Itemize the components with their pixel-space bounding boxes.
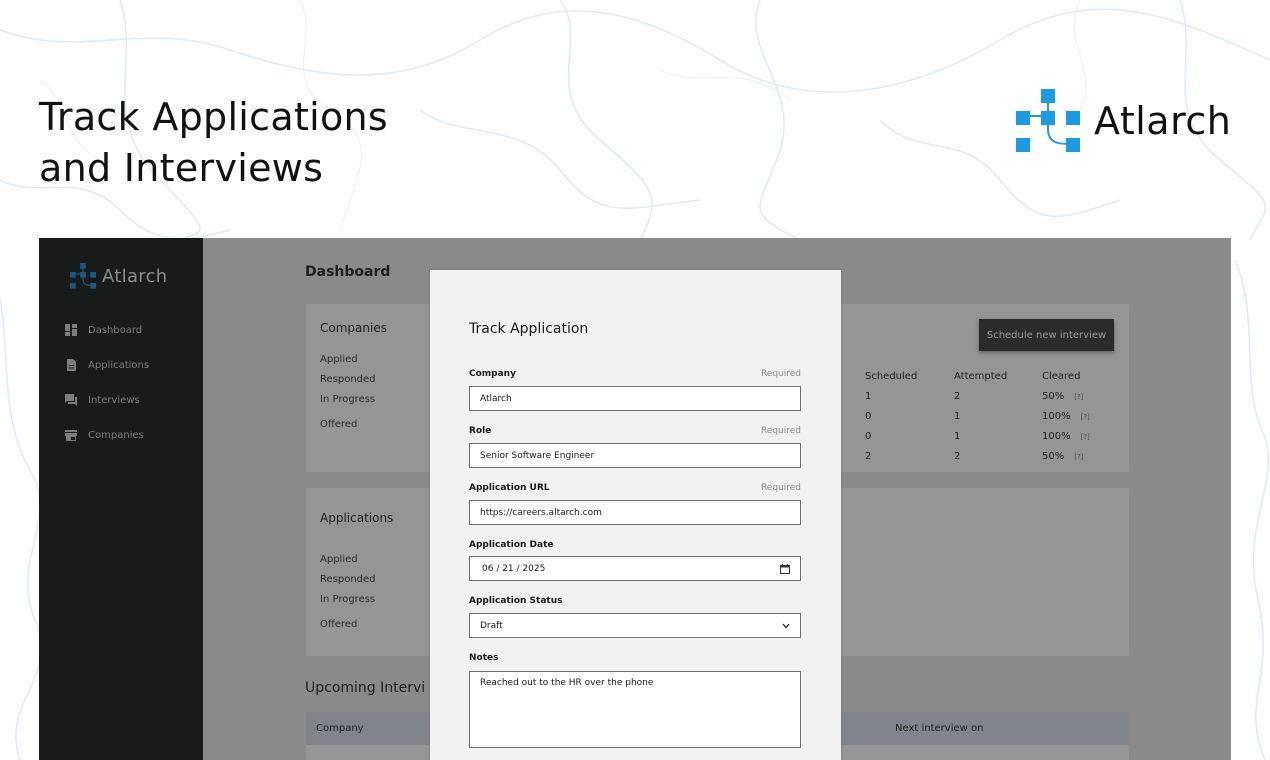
stats-cleared: 50% [?] — [1042, 451, 1083, 462]
atlarch-logo-icon — [1016, 89, 1080, 152]
url-required: Required — [760, 483, 801, 493]
companies-row-responded: Responded — [320, 374, 376, 385]
sidebar-item-label: Dashboard — [88, 324, 143, 336]
role-field[interactable] — [469, 443, 801, 468]
applications-row-in-progress: In Progress — [320, 594, 376, 605]
applications-row-applied: Applied — [320, 554, 358, 565]
stats-note[interactable]: [?] — [1074, 453, 1083, 461]
hero-title-line-1: Track Applications — [39, 95, 389, 139]
column-header-next-interview[interactable]: Next interview on — [895, 723, 983, 734]
sidebar-item-dashboard[interactable]: Dashboard — [65, 324, 142, 336]
application-date-field[interactable]: 06 / 21 / 2025 — [469, 556, 801, 581]
stats-header-attempted: Attempted — [954, 371, 1008, 382]
document-icon — [67, 359, 76, 371]
stats-header-scheduled: Scheduled — [865, 371, 918, 382]
sidebar: Atlarch Dashboard Applications Interview… — [39, 238, 203, 760]
brand-name: Atlarch — [1094, 99, 1232, 143]
track-application-modal: Track Application Company Required Role … — [430, 270, 841, 760]
stats-note[interactable]: [?] — [1081, 433, 1090, 441]
stats-attempted: 1 — [954, 431, 961, 442]
sidebar-brand[interactable]: Atlarch — [70, 263, 168, 289]
date-label: Application Date — [469, 540, 554, 550]
stats-header-cleared: Cleared — [1042, 371, 1081, 382]
stats-scheduled: 2 — [865, 451, 872, 462]
chevron-down-icon — [782, 623, 790, 628]
stats-cleared-value: 100% — [1042, 431, 1071, 442]
stats-attempted: 2 — [954, 451, 961, 462]
stats-note[interactable]: [?] — [1074, 393, 1083, 401]
stats-scheduled: 0 — [865, 431, 872, 442]
stats-scheduled: 1 — [865, 391, 872, 402]
company-field[interactable] — [469, 386, 801, 411]
notes-label: Notes — [469, 653, 499, 663]
atlarch-logo-icon — [70, 263, 96, 289]
sidebar-brand-name: Atlarch — [102, 265, 168, 287]
company-label: Company — [469, 369, 516, 379]
companies-card-title: Companies — [320, 321, 387, 335]
stats-note[interactable]: [?] — [1081, 413, 1090, 421]
applications-row-offered: Offered — [320, 619, 358, 630]
upcoming-interviews-title: Upcoming Intervi — [305, 680, 426, 696]
url-label: Application URL — [469, 483, 550, 493]
applications-row-responded: Responded — [320, 574, 376, 585]
chat-icon — [65, 394, 77, 406]
calendar-icon[interactable] — [780, 563, 790, 574]
sidebar-item-companies[interactable]: Companies — [65, 429, 144, 441]
dashboard-icon — [65, 324, 77, 336]
stats-cleared: 50% [?] — [1042, 391, 1083, 402]
application-url-field[interactable] — [469, 500, 801, 525]
sidebar-item-label: Interviews — [88, 394, 140, 406]
stats-cleared-value: 50% — [1042, 451, 1065, 462]
sidebar-item-interviews[interactable]: Interviews — [65, 394, 140, 406]
notes-field[interactable]: Reached out to the HR over the phone — [469, 671, 801, 748]
role-label: Role — [469, 426, 492, 436]
companies-row-applied: Applied — [320, 354, 358, 365]
sidebar-item-applications[interactable]: Applications — [65, 359, 149, 371]
brand-logo: Atlarch — [1016, 89, 1231, 153]
status-value: Draft — [480, 620, 503, 631]
hero-title: Track Applications and Interviews — [39, 92, 388, 194]
sidebar-item-label: Companies — [88, 429, 144, 441]
status-label: Application Status — [469, 596, 563, 606]
stats-attempted: 2 — [954, 391, 961, 402]
stats-scheduled: 0 — [865, 411, 872, 422]
companies-row-offered: Offered — [320, 419, 358, 430]
schedule-interview-button[interactable]: Schedule new interview — [979, 319, 1114, 351]
stats-attempted: 1 — [954, 411, 961, 422]
application-status-select[interactable]: Draft — [469, 613, 801, 638]
date-value: 06 / 21 / 2025 — [482, 563, 546, 574]
hero-title-line-2: and Interviews — [39, 146, 324, 190]
stats-cleared-value: 100% — [1042, 411, 1071, 422]
modal-title: Track Application — [469, 321, 589, 337]
sidebar-item-label: Applications — [88, 359, 150, 371]
stats-cleared-value: 50% — [1042, 391, 1065, 402]
role-required: Required — [760, 426, 801, 436]
company-required: Required — [760, 369, 801, 379]
stats-cleared: 100% [?] — [1042, 431, 1090, 442]
store-icon — [65, 430, 77, 441]
column-header-company[interactable]: Company — [316, 723, 364, 734]
page-title: Dashboard — [305, 264, 391, 280]
companies-row-in-progress: In Progress — [320, 394, 376, 405]
applications-card-title: Applications — [320, 511, 394, 525]
stats-cleared: 100% [?] — [1042, 411, 1090, 422]
